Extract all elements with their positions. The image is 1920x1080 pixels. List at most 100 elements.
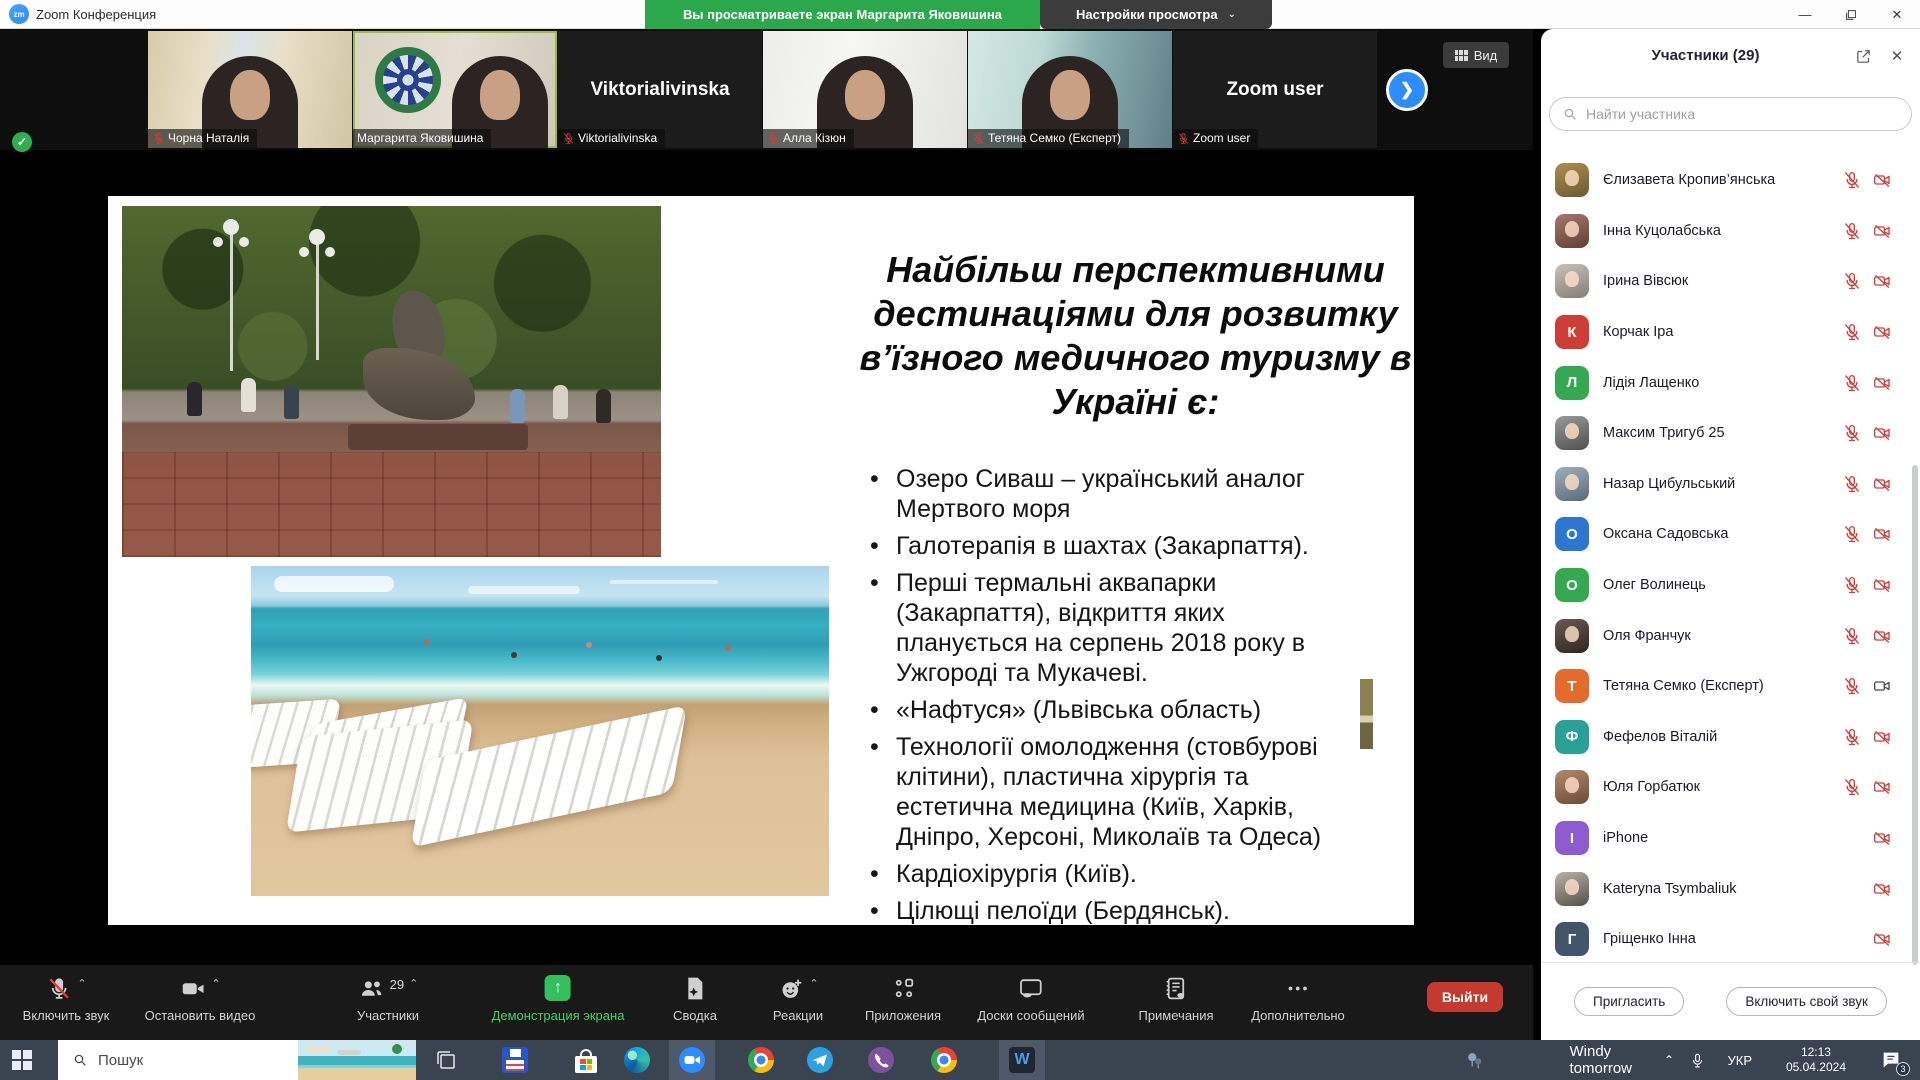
- video-tile[interactable]: Тетяна Семко (Експерт): [968, 31, 1172, 148]
- statue-park-photo: [122, 206, 661, 557]
- apps-icon: [890, 975, 917, 1002]
- taskbar-app-chrome-2[interactable]: [921, 1040, 967, 1080]
- start-button[interactable]: [12, 1050, 32, 1070]
- video-tile[interactable]: ViktorialivinskaViktorialivinska: [558, 31, 762, 148]
- avatar: [1555, 619, 1589, 653]
- participant-row[interactable]: Ірина Вівсюк: [1541, 256, 1920, 307]
- zoom-logo-icon: zm: [9, 4, 29, 24]
- minimize-button[interactable]: —: [1782, 0, 1828, 29]
- chevron-up-icon[interactable]: ⌃: [211, 977, 220, 990]
- participant-name: Гріщенко Інна: [1603, 931, 1872, 947]
- participant-row[interactable]: IiPhone: [1541, 813, 1920, 864]
- slide-bullet: Галотерапія в шахтах (Закарпаття).: [868, 531, 1360, 561]
- taskbar-app-zoom[interactable]: [669, 1040, 715, 1080]
- chrome-icon: [748, 1047, 774, 1073]
- participant-row[interactable]: Назар Цибульський: [1541, 459, 1920, 510]
- participant-status-icons: [1872, 929, 1892, 949]
- participant-row[interactable]: ККорчак Іра: [1541, 307, 1920, 358]
- window-title: Zoom Конференция: [36, 7, 156, 22]
- notification-button[interactable]: 3: [1880, 1040, 1904, 1080]
- participant-row[interactable]: Оля Франчук: [1541, 610, 1920, 661]
- window-titlebar: zm Zoom Конференция Вы просматриваете эк…: [0, 0, 1920, 29]
- panel-scrollbar[interactable]: [1912, 465, 1918, 965]
- mic-off-icon: [1842, 626, 1862, 646]
- toolbar-item-label: Реакции: [773, 1008, 823, 1023]
- university-emblem-icon: [375, 47, 441, 113]
- camera-icon: [179, 975, 206, 1002]
- toolbar-item-more[interactable]: Дополнительно: [1251, 975, 1345, 1023]
- toolbar-item-mic-off[interactable]: ⌃Включить звук: [23, 975, 110, 1023]
- toolbar-item-notes[interactable]: Примечания: [1138, 975, 1213, 1023]
- participant-status-icons: [1842, 575, 1892, 595]
- tray-mic-icon[interactable]: [1689, 1040, 1706, 1080]
- tray-chevron-up-icon[interactable]: ⌃: [1664, 1040, 1674, 1080]
- video-tile[interactable]: Zoom userZoom user: [1173, 31, 1377, 148]
- zoom-logo-text: zm: [13, 10, 24, 19]
- taskbar-app-telegram[interactable]: [797, 1040, 843, 1080]
- chevron-up-icon[interactable]: ⌃: [409, 977, 418, 990]
- taskbar-app-word[interactable]: W: [999, 1040, 1045, 1080]
- tile-name-label: Тетяна Семко (Експерт): [968, 129, 1129, 148]
- weather-label[interactable]: Windy tomorrow: [1569, 1040, 1632, 1080]
- next-participants-button[interactable]: ❯: [1386, 69, 1428, 111]
- participant-row[interactable]: Максим Тригуб 25: [1541, 408, 1920, 459]
- participant-row[interactable]: Інна Куцолабська: [1541, 206, 1920, 257]
- taskbar-search[interactable]: Пошук: [58, 1040, 416, 1080]
- taskbar-app-store[interactable]: [563, 1040, 609, 1080]
- toolbar-item-people[interactable]: 29⌃Участники: [357, 975, 419, 1023]
- toolbar-item-label: Примечания: [1138, 1008, 1213, 1023]
- close-panel-icon[interactable]: ✕: [1886, 45, 1908, 67]
- restore-button[interactable]: [1828, 0, 1874, 29]
- popout-icon[interactable]: [1852, 45, 1874, 67]
- toolbar-item-reactions[interactable]: ⌃ Реакции: [773, 975, 823, 1023]
- participant-row[interactable]: ФФефелов Віталій: [1541, 712, 1920, 763]
- participant-row[interactable]: ООксана Садовська: [1541, 509, 1920, 560]
- toolbar-item-share-screen[interactable]: ↑Демонстрация экрана: [492, 975, 625, 1023]
- chevron-up-icon[interactable]: ⌃: [77, 977, 86, 990]
- task-view-button[interactable]: [434, 1048, 458, 1072]
- camera-off-icon: [1872, 474, 1892, 494]
- slide-bullet: Цілющі пелоїди (Бердянськ).: [868, 896, 1360, 926]
- leave-button[interactable]: Выйти: [1427, 982, 1503, 1012]
- participant-row[interactable]: ЛЛідія Лащенко: [1541, 357, 1920, 408]
- taskbar-app-edge[interactable]: [614, 1040, 660, 1080]
- person-silhouette: [596, 389, 611, 423]
- view-settings-button[interactable]: Настройки просмотра ⌄: [1040, 0, 1272, 29]
- taskbar-app-file-manager[interactable]: [492, 1040, 538, 1080]
- participant-status-icons: [1842, 524, 1892, 544]
- participant-search[interactable]: [1549, 97, 1912, 131]
- language-indicator[interactable]: УКР: [1727, 1040, 1752, 1080]
- taskbar-app-viber[interactable]: [858, 1040, 904, 1080]
- chevron-up-icon[interactable]: ⌃: [809, 977, 818, 990]
- video-tile[interactable]: Маргарита Яковишина: [353, 31, 557, 148]
- participant-row[interactable]: Єлизавета Кропив’янська: [1541, 155, 1920, 206]
- invite-button[interactable]: Пригласить: [1574, 987, 1684, 1016]
- participant-row[interactable]: Юля Горбатюк: [1541, 762, 1920, 813]
- share-screen-icon: ↑: [545, 975, 571, 1001]
- video-tile[interactable]: Чорна Наталія: [148, 31, 352, 148]
- search-icon: [1562, 106, 1578, 122]
- avatar: Л: [1555, 366, 1589, 400]
- toolbar-item-summary[interactable]: Сводка: [673, 975, 717, 1023]
- toolbar-item-apps[interactable]: Приложения: [865, 975, 941, 1023]
- participant-row[interactable]: ООлег Волинець: [1541, 560, 1920, 611]
- participant-row[interactable]: Kateryna Tsymbaliuk: [1541, 863, 1920, 914]
- word-icon: W: [1009, 1047, 1035, 1073]
- search-input[interactable]: [1586, 106, 1899, 122]
- participant-row[interactable]: ТТетяна Семко (Експерт): [1541, 661, 1920, 712]
- unmute-self-button[interactable]: Включить свой звук: [1726, 987, 1887, 1016]
- taskbar-app-chrome[interactable]: [738, 1040, 784, 1080]
- video-tile[interactable]: Алла Кізюн: [763, 31, 967, 148]
- tile-name-label: Viktorialivinska: [558, 129, 665, 148]
- notes-icon: [1163, 975, 1190, 1002]
- toolbar-item-camera[interactable]: ⌃Остановить видео: [145, 975, 256, 1023]
- tile-name-label: Маргарита Яковишина: [353, 129, 491, 148]
- view-mode-button[interactable]: Вид: [1443, 42, 1509, 68]
- toolbar-item-whiteboard[interactable]: Доски сообщений: [977, 975, 1084, 1023]
- participant-row[interactable]: ГГріщенко Інна: [1541, 914, 1920, 965]
- mic-off-icon: [1842, 676, 1862, 696]
- tray-date: 05.04.2024: [1786, 1060, 1846, 1075]
- clock[interactable]: 12:13 05.04.2024: [1786, 1040, 1846, 1080]
- close-button[interactable]: ✕: [1874, 0, 1920, 29]
- chevron-right-icon: ❯: [1400, 80, 1414, 100]
